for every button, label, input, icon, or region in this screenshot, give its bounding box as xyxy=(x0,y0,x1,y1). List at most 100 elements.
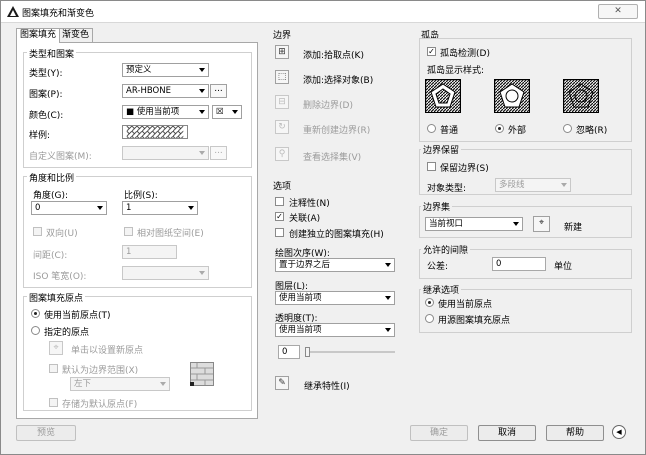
annotative-label: 注释性(N) xyxy=(289,199,330,209)
recreate-boundary-label[interactable]: 重新创建边界(R) xyxy=(303,123,370,136)
remove-boundaries-button[interactable]: ⊟ xyxy=(275,95,289,109)
chevron-down-icon xyxy=(199,151,205,155)
pattern-label: 图案(P): xyxy=(29,90,63,100)
island-normal-label: 普通 xyxy=(440,126,459,136)
pattern-browse-button[interactable]: ... xyxy=(210,84,227,98)
associative-checkbox[interactable]: ✓ xyxy=(275,212,284,221)
inherit-properties-label[interactable]: 继承特性(I) xyxy=(304,379,350,392)
chevron-down-icon xyxy=(561,183,567,187)
type-select[interactable]: 预定义 xyxy=(122,63,209,77)
dialog-window: 图案填充和渐变色 ✕ 图案填充 渐变色 类型和图案 类型(Y): 预定义 图案(… xyxy=(0,0,646,455)
view-selections-label[interactable]: 查看选择集(V) xyxy=(303,150,361,163)
island-outer-icon[interactable] xyxy=(494,79,530,113)
island-ignore-radio[interactable] xyxy=(563,124,572,133)
island-outer-label: 外部 xyxy=(508,126,527,136)
new-boundary-set-button[interactable]: ⌖ xyxy=(533,216,550,232)
inherit-source-origin-label: 用源图案填充原点 xyxy=(438,316,511,326)
boundary-set-select[interactable]: 当前视口 xyxy=(425,217,523,231)
set-origin-button[interactable]: ⌖ xyxy=(49,341,63,355)
transparency-select[interactable]: 使用当前项 xyxy=(275,323,395,337)
chevron-down-icon xyxy=(385,263,391,267)
scale-select-value: 1 xyxy=(126,203,132,213)
add-pick-points-icon: ⊞ xyxy=(278,47,286,57)
add-pick-points-label[interactable]: 添加:拾取点(K) xyxy=(303,48,364,61)
default-extents-checkbox[interactable] xyxy=(49,364,58,373)
preview-button[interactable]: 预览 xyxy=(16,425,76,441)
island-outer-radio[interactable] xyxy=(495,124,504,133)
angle-select[interactable]: 0 xyxy=(31,201,107,215)
transparency-slider-track[interactable] xyxy=(305,351,395,353)
island-ignore-label: 忽略(R) xyxy=(576,126,608,136)
store-default-origin-label: 存储为默认原点(F) xyxy=(62,400,138,410)
origin-preview-icon xyxy=(190,362,214,386)
scale-select[interactable]: 1 xyxy=(122,201,198,215)
layer-value: 使用当前项 xyxy=(279,293,322,303)
collapse-arrow-icon[interactable]: ◀ xyxy=(612,425,626,439)
close-button[interactable]: ✕ xyxy=(598,4,638,19)
inherit-current-origin-label: 使用当前原点 xyxy=(438,300,493,310)
pattern-select-value: AR-HBONE xyxy=(126,86,171,96)
transparency-amount-input[interactable]: 0 xyxy=(278,345,300,359)
color-label: 颜色(C): xyxy=(29,111,64,121)
draw-order-value: 置于边界之后 xyxy=(279,260,331,270)
view-selections-button[interactable]: ⚲ xyxy=(275,147,289,161)
hatch-tab-panel: 类型和图案 类型(Y): 预定义 图案(P): AR-HBONE ... 颜色(… xyxy=(16,42,258,419)
type-select-value: 预定义 xyxy=(126,65,152,75)
add-select-objects-button[interactable]: ⬚ xyxy=(275,70,289,84)
remove-boundaries-icon: ⊟ xyxy=(278,97,286,107)
chevron-down-icon xyxy=(199,68,205,72)
custom-pattern-browse-button[interactable]: ... xyxy=(210,146,227,160)
inherit-source-origin-radio[interactable] xyxy=(425,314,434,323)
remove-boundaries-label[interactable]: 删除边界(D) xyxy=(303,98,353,111)
tab-hatch[interactable]: 图案填充 xyxy=(16,28,61,43)
tolerance-label: 公差: xyxy=(427,262,449,272)
use-current-origin-label: 使用当前原点(T) xyxy=(44,311,111,321)
retain-boundaries-checkbox[interactable] xyxy=(427,162,436,171)
spacing-input[interactable]: 1 xyxy=(122,245,177,259)
add-pick-points-button[interactable]: ⊞ xyxy=(275,45,289,59)
background-color-icon: ☒ xyxy=(216,107,224,117)
transparency-slider-thumb[interactable] xyxy=(305,347,310,357)
relative-paper-space-checkbox[interactable] xyxy=(124,227,133,236)
iso-pen-width-select[interactable] xyxy=(122,266,209,280)
iso-pen-width-label: ISO 笔宽(O): xyxy=(33,272,87,282)
origin-position-select[interactable]: 左下 xyxy=(70,377,170,391)
ok-button[interactable]: 确定 xyxy=(410,425,468,441)
custom-pattern-select[interactable] xyxy=(122,146,209,160)
inherit-current-origin-radio[interactable] xyxy=(425,298,434,307)
annotative-checkbox[interactable] xyxy=(275,197,284,206)
separate-hatches-checkbox[interactable] xyxy=(275,228,284,237)
object-type-select[interactable]: 多段线 xyxy=(495,178,571,192)
pattern-select[interactable]: AR-HBONE xyxy=(122,84,209,98)
double-checkbox[interactable] xyxy=(33,227,42,236)
pattern-swatch[interactable] xyxy=(122,125,188,139)
specified-origin-radio[interactable] xyxy=(31,326,40,335)
layer-select[interactable]: 使用当前项 xyxy=(275,291,395,305)
add-select-objects-label[interactable]: 添加:选择对象(B) xyxy=(303,73,373,86)
pick-point-icon: ⌖ xyxy=(53,343,59,353)
tab-gradient[interactable]: 渐变色 xyxy=(58,28,94,42)
cancel-button[interactable]: 取消 xyxy=(478,425,536,441)
recreate-boundary-button[interactable]: ↻ xyxy=(275,120,289,134)
island-normal-icon[interactable] xyxy=(425,79,461,113)
island-normal-radio[interactable] xyxy=(427,124,436,133)
draw-order-select[interactable]: 置于边界之后 xyxy=(275,258,395,272)
select-objects-icon: ⌖ xyxy=(538,218,545,228)
help-button[interactable]: 帮助 xyxy=(546,425,604,441)
color-select[interactable]: ■ 使用当前项 xyxy=(122,105,209,119)
retain-boundaries-label: 保留边界(S) xyxy=(440,164,489,174)
boundaries-heading: 边界 xyxy=(273,31,292,41)
inherit-properties-button[interactable]: ✎ xyxy=(275,376,289,390)
tolerance-input[interactable]: 0 xyxy=(492,257,546,271)
type-label: 类型(Y): xyxy=(29,69,63,79)
use-current-origin-radio[interactable] xyxy=(31,309,40,318)
double-label: 双向(U) xyxy=(46,229,78,239)
chevron-down-icon xyxy=(97,206,103,210)
island-detection-checkbox[interactable]: ✓ xyxy=(427,47,436,56)
store-default-origin-checkbox[interactable] xyxy=(49,398,58,407)
island-ignore-icon[interactable] xyxy=(563,79,599,113)
chevron-down-icon xyxy=(232,110,238,114)
background-color-select[interactable]: ☒ xyxy=(212,105,242,119)
chevron-down-icon xyxy=(188,206,194,210)
boundary-set-value: 当前视口 xyxy=(429,219,464,229)
